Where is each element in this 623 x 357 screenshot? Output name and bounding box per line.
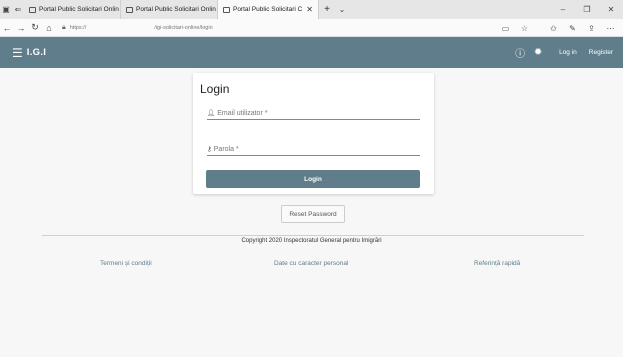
browser-tab-3[interactable]: Portal Public Solicitari C ✕ bbox=[218, 0, 319, 19]
password-field[interactable]: ⚷ Parola * bbox=[207, 140, 420, 156]
footer-divider bbox=[42, 235, 584, 236]
page-icon bbox=[29, 6, 36, 13]
restore-icon[interactable]: ❐ bbox=[575, 0, 599, 19]
password-placeholder: Parola * bbox=[213, 146, 239, 153]
close-tab-icon[interactable]: ✕ bbox=[306, 5, 313, 14]
gear-icon[interactable]: ✹ bbox=[529, 47, 547, 58]
page-icon bbox=[223, 6, 230, 13]
refresh-icon[interactable]: ↻ bbox=[28, 22, 42, 33]
personal-data-link[interactable]: Date cu caracter personal bbox=[274, 260, 348, 267]
browser-tab-1[interactable]: Portal Public Solicitari Onlin bbox=[24, 0, 121, 19]
tab-title: Portal Public Solicitari C bbox=[233, 6, 303, 13]
register-link[interactable]: Register bbox=[589, 49, 613, 56]
home-icon[interactable]: ⌂ bbox=[42, 23, 56, 33]
help-icon[interactable]: ⓘ bbox=[511, 45, 529, 60]
email-field[interactable]: 👤︎ Email utilizator * bbox=[207, 104, 420, 120]
login-button[interactable]: Login bbox=[206, 170, 420, 188]
key-icon: ⚷ bbox=[207, 146, 212, 153]
url-scheme: https:// bbox=[69, 24, 87, 31]
quick-reference-link[interactable]: Referință rapidă bbox=[474, 260, 520, 267]
email-placeholder: Email utilizator * bbox=[217, 110, 268, 117]
brand-title[interactable]: I.G.I bbox=[27, 47, 46, 58]
forward-arrow-icon[interactable]: → bbox=[14, 23, 28, 33]
app-bar: ☰ I.G.I ⓘ ✹ Log in Register bbox=[0, 37, 623, 68]
reading-view-icon[interactable]: ▭ bbox=[497, 24, 514, 33]
navbar-actions: ▭ ☆ ✩ ✎ ⇪ ⋯ bbox=[497, 19, 619, 37]
login-link[interactable]: Log in bbox=[559, 49, 577, 56]
lock-icon: 🔒︎ bbox=[62, 23, 66, 31]
copyright-text: Copyright 2020 Inspectoratul General pen… bbox=[241, 238, 382, 244]
favorite-star-icon[interactable]: ☆ bbox=[516, 24, 533, 33]
reset-password-button[interactable]: Reset Password bbox=[281, 205, 345, 223]
browser-tab-strip: ▣ ⇐ Portal Public Solicitari Onlin Porta… bbox=[0, 0, 623, 19]
minimize-icon[interactable]: – bbox=[551, 0, 575, 19]
more-icon[interactable]: ⋯ bbox=[602, 24, 619, 33]
address-bar[interactable]: 🔒︎ https:// /igi-solicitari-online/login bbox=[62, 24, 213, 32]
new-tab-icon[interactable]: + bbox=[319, 4, 335, 15]
menu-icon[interactable]: ☰ bbox=[12, 46, 23, 60]
browser-navbar: ← → ↻ ⌂ 🔒︎ https:// /igi-solicitari-onli… bbox=[0, 19, 623, 37]
chevron-down-icon[interactable]: ⌄ bbox=[335, 5, 349, 14]
tab-title: Portal Public Solicitari Onlin bbox=[39, 6, 119, 13]
browser-tab-2[interactable]: Portal Public Solicitari Onlin bbox=[121, 0, 218, 19]
page-icon bbox=[126, 6, 133, 13]
user-icon: 👤︎ bbox=[207, 110, 216, 117]
tab-actions-icon[interactable]: ▣ bbox=[0, 0, 12, 19]
app-bar-actions: ⓘ ✹ Log in Register bbox=[511, 37, 613, 68]
tab-back-icon[interactable]: ⇐ bbox=[12, 0, 24, 19]
login-title: Login bbox=[200, 82, 230, 96]
terms-link[interactable]: Termeni și condiții bbox=[100, 260, 152, 267]
tab-title: Portal Public Solicitari Onlin bbox=[136, 6, 216, 13]
share-icon[interactable]: ⇪ bbox=[583, 24, 600, 33]
back-arrow-icon[interactable]: ← bbox=[0, 23, 14, 33]
window-controls: – ❐ ✕ bbox=[551, 0, 623, 19]
pen-icon[interactable]: ✎ bbox=[564, 24, 581, 33]
favorites-icon[interactable]: ✩ bbox=[545, 24, 562, 33]
close-window-icon[interactable]: ✕ bbox=[599, 0, 623, 19]
url-path: /igi-solicitari-online/login bbox=[154, 24, 213, 31]
